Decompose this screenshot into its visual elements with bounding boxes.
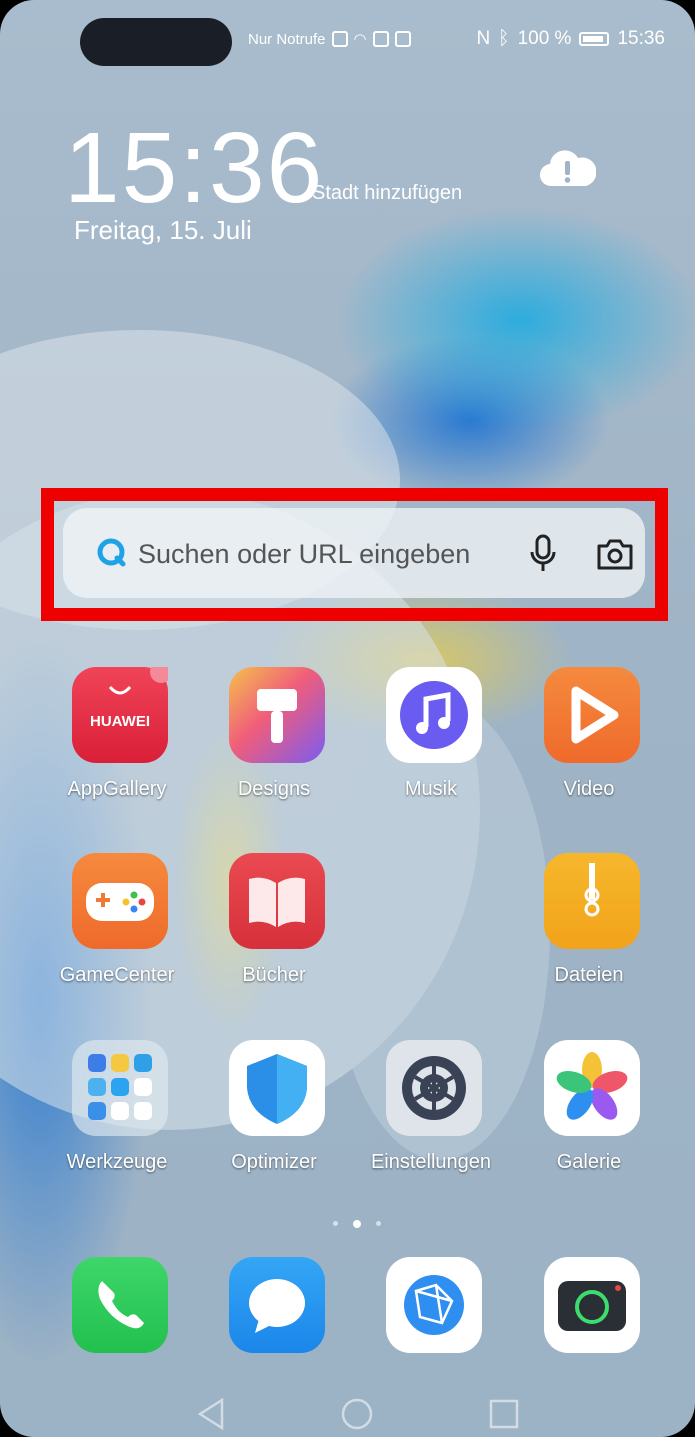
phone-icon [72,1257,168,1353]
huawei-brand-text: HUAWEI [90,713,150,730]
app-label: Dateien [554,964,624,986]
vpn-icon [372,31,389,47]
books-icon [229,853,325,949]
app-video[interactable]: Video [534,667,644,807]
app-label: Video [563,778,615,800]
browser-icon [386,1257,482,1353]
sim-icon [331,31,348,47]
home-icon[interactable] [341,1398,373,1430]
app-label: Optimizer [231,1151,317,1173]
dock-camera[interactable] [534,1257,644,1357]
app-label: Werkzeuge [66,1151,168,1173]
notification-icon [394,31,411,47]
app-galerie[interactable]: Galerie [534,1040,644,1180]
battery-icon [579,32,610,46]
app-musik[interactable]: Musik [376,667,486,807]
app-label: Einstellungen [370,1151,492,1173]
add-city-link[interactable]: Stadt hinzufügen [312,182,462,205]
battery-percent: 100 % [517,28,572,49]
huawei-appgallery-icon: HUAWEI [72,661,172,763]
app-label: GameCenter [59,964,175,986]
highlight-box [41,488,668,621]
messages-icon [229,1257,325,1353]
bluetooth-icon: ᛒ [498,28,510,49]
camera-cutout [80,18,232,66]
app-werkzeuge-folder[interactable]: Werkzeuge [62,1040,172,1180]
weather-alert-icon[interactable] [540,150,596,188]
status-time: 15:36 [617,28,665,49]
status-bar: Nur Notrufe ◠ N ᛒ 100 % 15:36 [0,0,695,80]
optimizer-icon [229,1040,325,1136]
page-indicator[interactable] [333,1219,393,1229]
home-screen: Nur Notrufe ◠ N ᛒ 100 % 15:36 15:36 Stad… [0,0,695,1437]
status-right: N ᛒ 100 % 15:36 [476,28,665,50]
clock-time[interactable]: 15:36 [64,118,324,218]
app-label: Bücher [242,964,306,986]
app-dateien[interactable]: Dateien [534,853,644,993]
app-buecher[interactable]: Bücher [219,853,329,993]
navigation-bar [197,1397,519,1431]
recents-icon[interactable] [489,1399,519,1429]
clock-date: Freitag, 15. Juli [74,215,252,245]
wifi-icon: ◠ [353,31,367,48]
settings-icon [386,1040,482,1136]
page-dot [376,1221,381,1226]
app-appgallery[interactable]: HUAWEI AppGallery [62,661,172,807]
page-dot [333,1221,338,1226]
app-gamecenter[interactable]: GameCenter [60,853,174,993]
music-icon [386,667,482,763]
status-left: Nur Notrufe ◠ [248,30,411,48]
app-label: Designs [237,778,311,800]
nfc-icon: N [476,28,491,49]
app-label: Musik [404,778,458,800]
dock-messages[interactable] [219,1257,329,1357]
carrier-label: Nur Notrufe [248,30,326,48]
back-icon[interactable] [197,1397,224,1431]
dock-browser[interactable] [376,1257,486,1357]
app-einstellungen[interactable]: Einstellungen [371,1040,491,1180]
app-designs[interactable]: Designs [219,667,329,807]
page-dot-active [353,1220,361,1228]
app-label: Galerie [556,1151,622,1173]
designs-icon [229,667,325,763]
video-icon [544,667,640,763]
tools-folder-icon [72,1040,168,1136]
app-label: AppGallery [67,778,167,800]
camera-icon [544,1257,640,1353]
files-icon [544,853,640,949]
app-optimizer[interactable]: Optimizer [219,1040,329,1180]
dock-phone[interactable] [62,1257,172,1357]
gamecenter-icon [72,853,168,949]
gallery-icon [544,1040,640,1136]
